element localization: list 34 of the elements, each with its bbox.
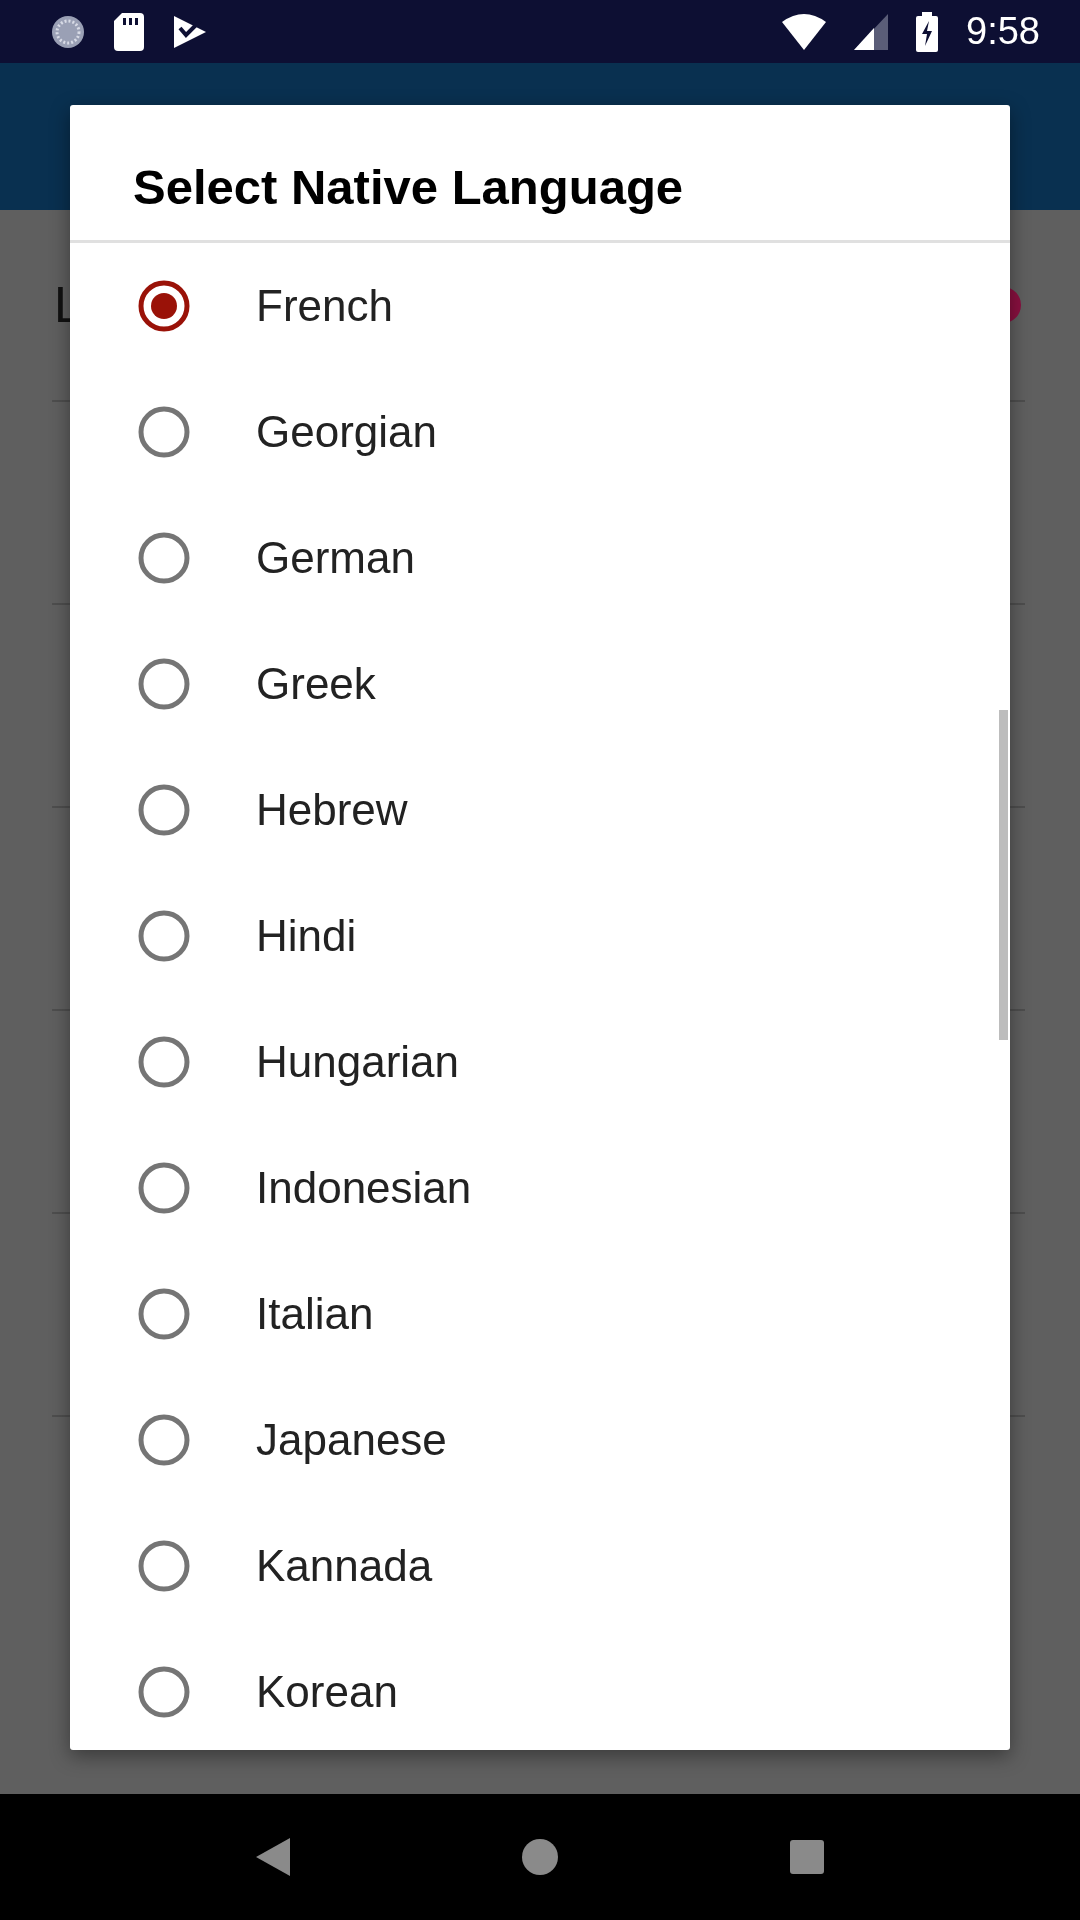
- option-label[interactable]: Korean: [256, 1667, 398, 1717]
- option-label[interactable]: Hebrew: [256, 785, 408, 835]
- option-label[interactable]: Indonesian: [256, 1163, 472, 1213]
- signal-icon: [854, 13, 889, 50]
- option-label[interactable]: Japanese: [256, 1415, 447, 1465]
- loading-icon: [50, 13, 86, 50]
- radio-button[interactable]: [138, 910, 190, 962]
- sd-card-icon: [114, 12, 144, 51]
- wifi-icon: [782, 13, 827, 50]
- option-label[interactable]: French: [256, 281, 393, 331]
- radio-button[interactable]: [138, 784, 190, 836]
- option-label[interactable]: Hungarian: [256, 1037, 460, 1087]
- option-label[interactable]: Kannada: [256, 1541, 433, 1591]
- radio-button[interactable]: [138, 1036, 190, 1088]
- option-label[interactable]: German: [256, 533, 415, 583]
- back-icon[interactable]: [256, 1838, 290, 1876]
- dialog-title: Select Native Language: [70, 105, 1010, 243]
- option-label[interactable]: Italian: [256, 1289, 374, 1339]
- radio-button[interactable]: [138, 1162, 190, 1214]
- option-label[interactable]: Georgian: [256, 407, 437, 457]
- radio-button[interactable]: [138, 1666, 190, 1718]
- radio-button[interactable]: [138, 532, 190, 584]
- status-time: 9:58: [966, 10, 1040, 53]
- radio-button[interactable]: [138, 280, 190, 332]
- home-icon[interactable]: [522, 1839, 558, 1875]
- radio-button[interactable]: [138, 658, 190, 710]
- radio-button[interactable]: [138, 1540, 190, 1592]
- option-label[interactable]: Hindi: [256, 911, 357, 961]
- radio-button[interactable]: [138, 1288, 190, 1340]
- battery-charging-icon: [916, 11, 939, 52]
- radio-button[interactable]: [138, 406, 190, 458]
- checkmark-flag-icon: [172, 13, 208, 50]
- option-label[interactable]: Greek: [256, 659, 376, 709]
- radio-button[interactable]: [138, 1414, 190, 1466]
